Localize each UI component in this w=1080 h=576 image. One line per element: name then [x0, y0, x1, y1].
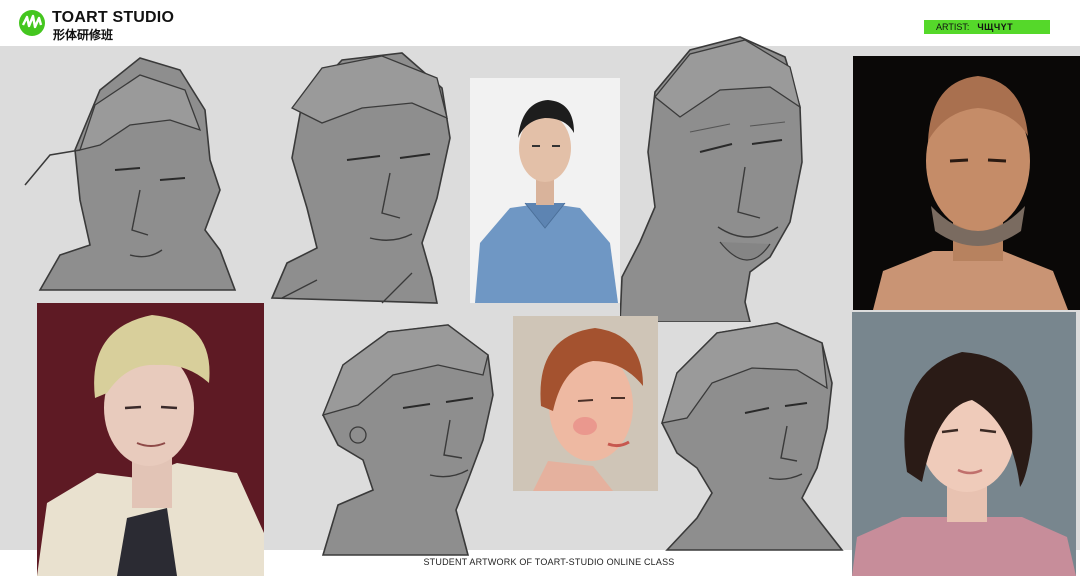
photo-blonde-man-fur — [37, 303, 264, 576]
toart-logo-icon — [19, 10, 45, 36]
footer-caption: STUDENT ARTWORK OF TOART-STUDIO ONLINE C… — [423, 557, 675, 567]
header: TOART STUDIO 形体研修班 ARTIST: ЧЩЧYT — [0, 0, 1080, 46]
sketch-male-quiff — [262, 48, 454, 306]
brand-subtitle: 形体研修班 — [53, 28, 114, 42]
sketch-female-short-hair — [318, 320, 498, 558]
photo-redhair-woman — [513, 316, 658, 491]
sketch-old-man — [620, 32, 810, 322]
photo-old-bald-man — [853, 56, 1080, 310]
photo-young-man-blue-shirt — [470, 78, 620, 303]
artist-badge: ARTIST: ЧЩЧYT — [924, 20, 1050, 34]
artist-label: ARTIST: — [936, 22, 970, 32]
brand-title: TOART STUDIO — [52, 9, 175, 26]
artist-name: ЧЩЧYT — [977, 22, 1014, 32]
photo-woman-bob-pink-top — [852, 312, 1076, 576]
sketch-male-swept-hair — [20, 50, 245, 300]
sketch-female-bob — [657, 318, 847, 554]
